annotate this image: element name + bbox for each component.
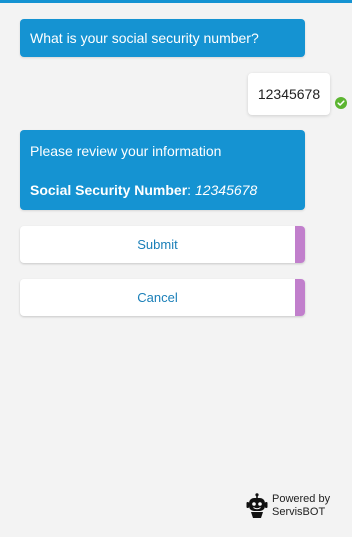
submit-button[interactable]: Submit xyxy=(20,226,305,263)
check-circle-icon xyxy=(335,97,347,109)
user-message-bubble: 12345678 xyxy=(248,73,330,115)
bot-message-text: What is your social security number? xyxy=(30,30,259,46)
robot-icon xyxy=(246,493,268,518)
cancel-button-label: Cancel xyxy=(137,290,178,305)
user-message-text: 12345678 xyxy=(257,86,321,102)
submit-button-accent xyxy=(295,226,305,263)
powered-by-branding: Powered by ServisBOT xyxy=(246,493,330,519)
header-accent-bar xyxy=(0,0,352,3)
powered-by-text: Powered by ServisBOT xyxy=(272,493,330,519)
cancel-button-accent xyxy=(295,279,305,316)
review-field-label: Social Security Number xyxy=(30,182,188,198)
review-field-separator: : xyxy=(187,182,192,198)
user-message: 12345678 xyxy=(248,73,348,115)
review-field: Social Security Number: 12345678 xyxy=(30,182,295,198)
bot-message-review: Please review your information Social Se… xyxy=(20,130,305,210)
cancel-button[interactable]: Cancel xyxy=(20,279,305,316)
powered-by-line2: ServisBOT xyxy=(272,506,326,518)
bot-message-question: What is your social security number? xyxy=(20,19,305,57)
submit-button-label: Submit xyxy=(137,237,178,252)
powered-by-line1: Powered by xyxy=(272,493,331,505)
review-field-value: 12345678 xyxy=(194,182,258,198)
review-title: Please review your information xyxy=(30,143,222,159)
